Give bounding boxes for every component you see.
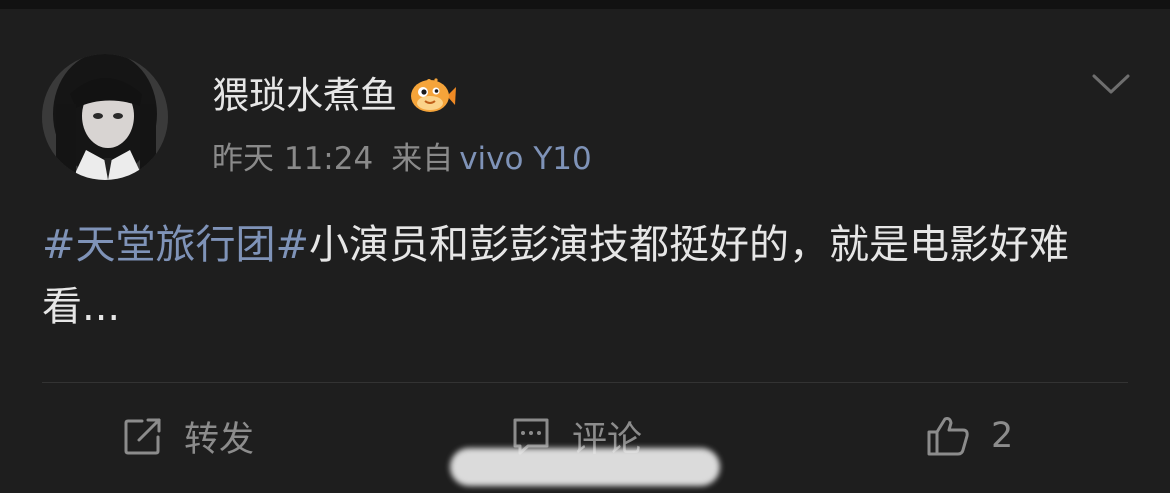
source-prefix: 来自 — [391, 141, 454, 177]
author-name[interactable]: 猥琐水煮鱼 — [212, 72, 397, 120]
like-count: 2 — [991, 416, 1014, 456]
avatar[interactable] — [42, 54, 168, 180]
chevron-down-icon[interactable] — [1090, 68, 1132, 98]
post-time: 昨天 11:24 — [212, 141, 374, 177]
post-meta: 昨天 11:24 来自 vivo Y10 — [212, 138, 592, 180]
divider — [42, 382, 1128, 383]
post-content: #天堂旅行团#小演员和彭彭演技都挺好的，就是电影好难看... — [42, 214, 1122, 338]
share-icon — [124, 418, 161, 455]
hashtag-link[interactable]: #天堂旅行团# — [42, 222, 309, 268]
repost-button[interactable]: 转发 — [122, 410, 254, 462]
thumbs-up-icon — [927, 417, 969, 456]
fish-badge-icon — [409, 76, 457, 116]
author-row: 猥琐水煮鱼 — [212, 72, 457, 120]
toast-overlay — [450, 448, 720, 486]
repost-label: 转发 — [184, 419, 255, 460]
source-device[interactable]: vivo Y10 — [459, 141, 592, 177]
like-button[interactable]: 2 — [925, 410, 1013, 462]
top-strip — [0, 0, 1170, 9]
